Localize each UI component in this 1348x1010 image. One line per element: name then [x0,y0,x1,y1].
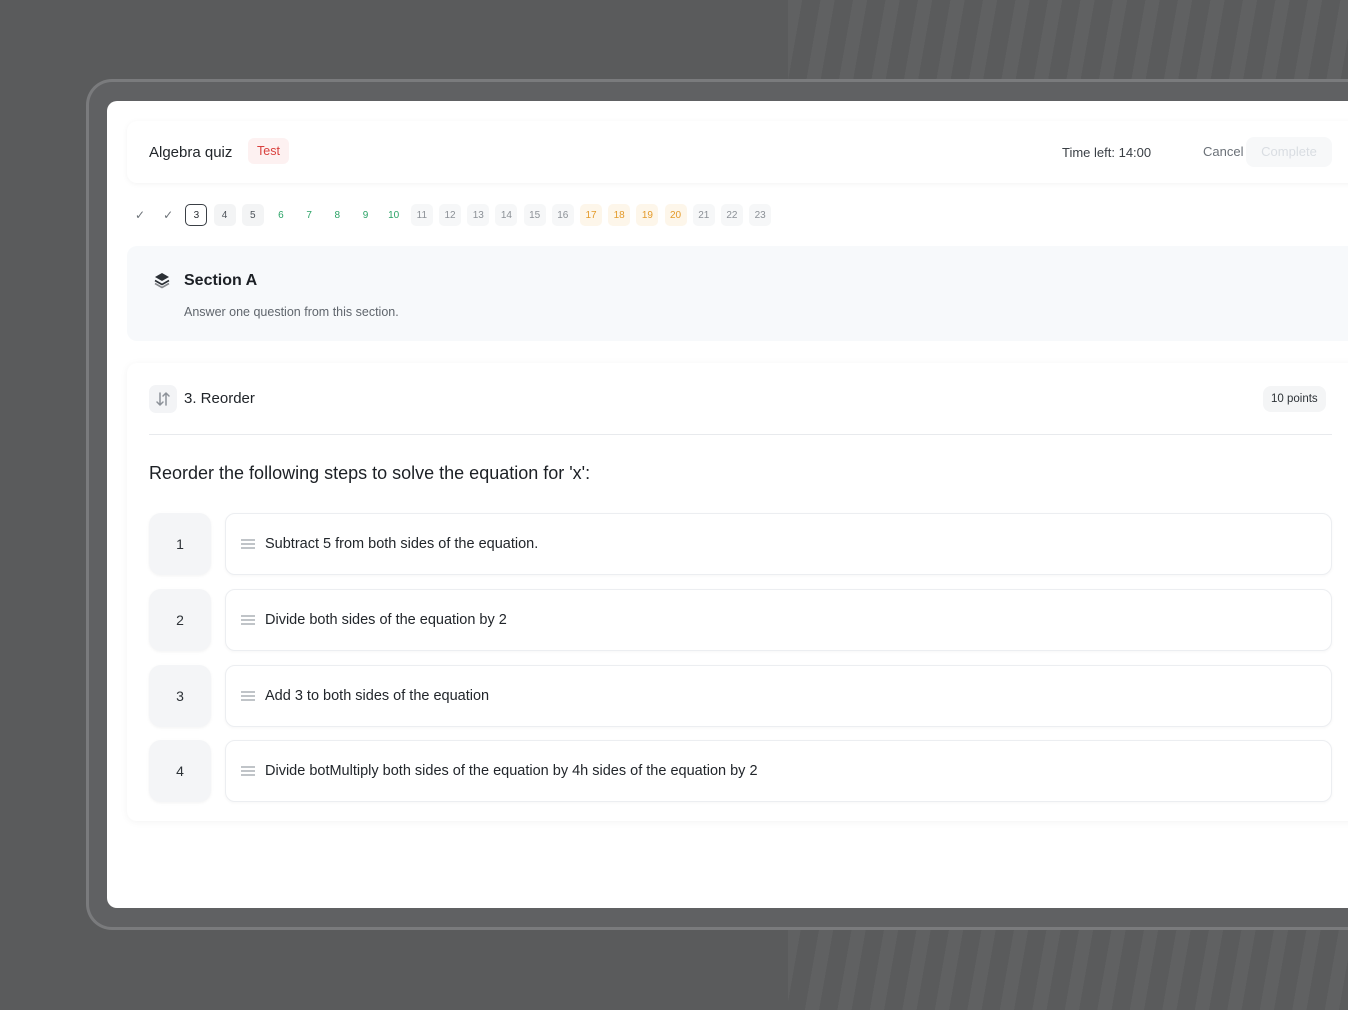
step-number: 4 [149,740,211,802]
question-nav-item[interactable]: 18 [608,204,631,226]
step-text: Divide both sides of the equation by 2 [265,612,507,628]
question-nav-item[interactable]: 21 [692,204,715,226]
section-title: Section A [184,272,258,289]
question-nav-done-check[interactable]: ✓ [129,204,151,226]
divider [149,434,1332,435]
complete-button[interactable]: Complete [1246,137,1332,167]
section-header: Section A Answer one question from this … [127,246,1348,341]
section-subtitle: Answer one question from this section. [184,305,399,319]
step-text: Subtract 5 from both sides of the equati… [265,536,539,552]
question-navigator: ✓ ✓ 3 4 5 6 7 8 9 10 11 12 13 14 15 16 17 18 19 20 21 22 23 [129,204,777,226]
question-nav-item[interactable]: 11 [410,204,433,226]
question-nav-item[interactable]: 14 [495,204,518,226]
question-title: 3. Reorder [184,390,255,407]
question-nav-item[interactable]: 7 [298,204,320,226]
question-nav-item[interactable]: 17 [580,204,602,226]
question-nav-item[interactable]: 5 [241,204,264,226]
drag-handle-icon[interactable] [240,690,256,702]
step-number: 2 [149,589,211,651]
step-number: 3 [149,665,211,727]
layers-icon [154,273,170,289]
question-nav-item[interactable]: 9 [355,204,377,226]
question-nav-item[interactable]: 22 [720,204,743,226]
sort-arrows-icon [149,385,177,413]
quiz-header: Algebra quiz Test Time left: 14:00 Cance… [127,121,1348,183]
reorder-step: 3 Add 3 to both sides of the equation [149,665,1332,727]
quiz-screen: Algebra quiz Test Time left: 14:00 Cance… [107,101,1348,908]
question-nav-item[interactable]: 13 [467,204,490,226]
drag-handle-icon[interactable] [240,538,256,550]
reorder-step: 2 Divide both sides of the equation by 2 [149,589,1332,651]
reorder-step: 1 Subtract 5 from both sides of the equa… [149,513,1332,575]
question-nav-item[interactable]: 10 [383,204,405,226]
draggable-step-item[interactable]: Add 3 to both sides of the equation [225,665,1332,727]
question-nav-item[interactable]: 15 [523,204,546,226]
drag-handle-icon[interactable] [240,614,256,626]
drag-handle-icon[interactable] [240,765,256,777]
question-nav-item[interactable]: 16 [551,204,574,226]
step-text: Add 3 to both sides of the equation [265,688,490,704]
question-nav-item[interactable]: 20 [664,204,687,226]
question-nav-item[interactable]: 6 [270,204,292,226]
draggable-step-item[interactable]: Divide both sides of the equation by 2 [225,589,1332,651]
question-nav-item[interactable]: 23 [749,204,772,226]
question-prompt: Reorder the following steps to solve the… [149,463,591,483]
draggable-step-item[interactable]: Subtract 5 from both sides of the equati… [225,513,1332,575]
question-nav-item[interactable]: 19 [636,204,659,226]
reorder-step: 4 Divide botMultiply both sides of the e… [149,740,1332,802]
question-nav-done-check[interactable]: ✓ [157,204,179,226]
step-text: Divide botMultiply both sides of the equ… [265,763,758,779]
test-badge: Test [248,138,289,164]
question-card: 3. Reorder 10 points Reorder the followi… [127,363,1348,821]
question-nav-item[interactable]: 8 [326,204,348,226]
quiz-title: Algebra quiz [149,144,233,161]
time-left: Time left: 14:00 [1062,145,1152,160]
points-badge: 10 points [1263,386,1326,412]
question-nav-item[interactable]: 4 [213,204,236,226]
question-nav-item[interactable]: 12 [439,204,462,226]
question-nav-item[interactable]: 3 [185,204,208,226]
draggable-step-item[interactable]: Divide botMultiply both sides of the equ… [225,740,1332,802]
step-number: 1 [149,513,211,575]
